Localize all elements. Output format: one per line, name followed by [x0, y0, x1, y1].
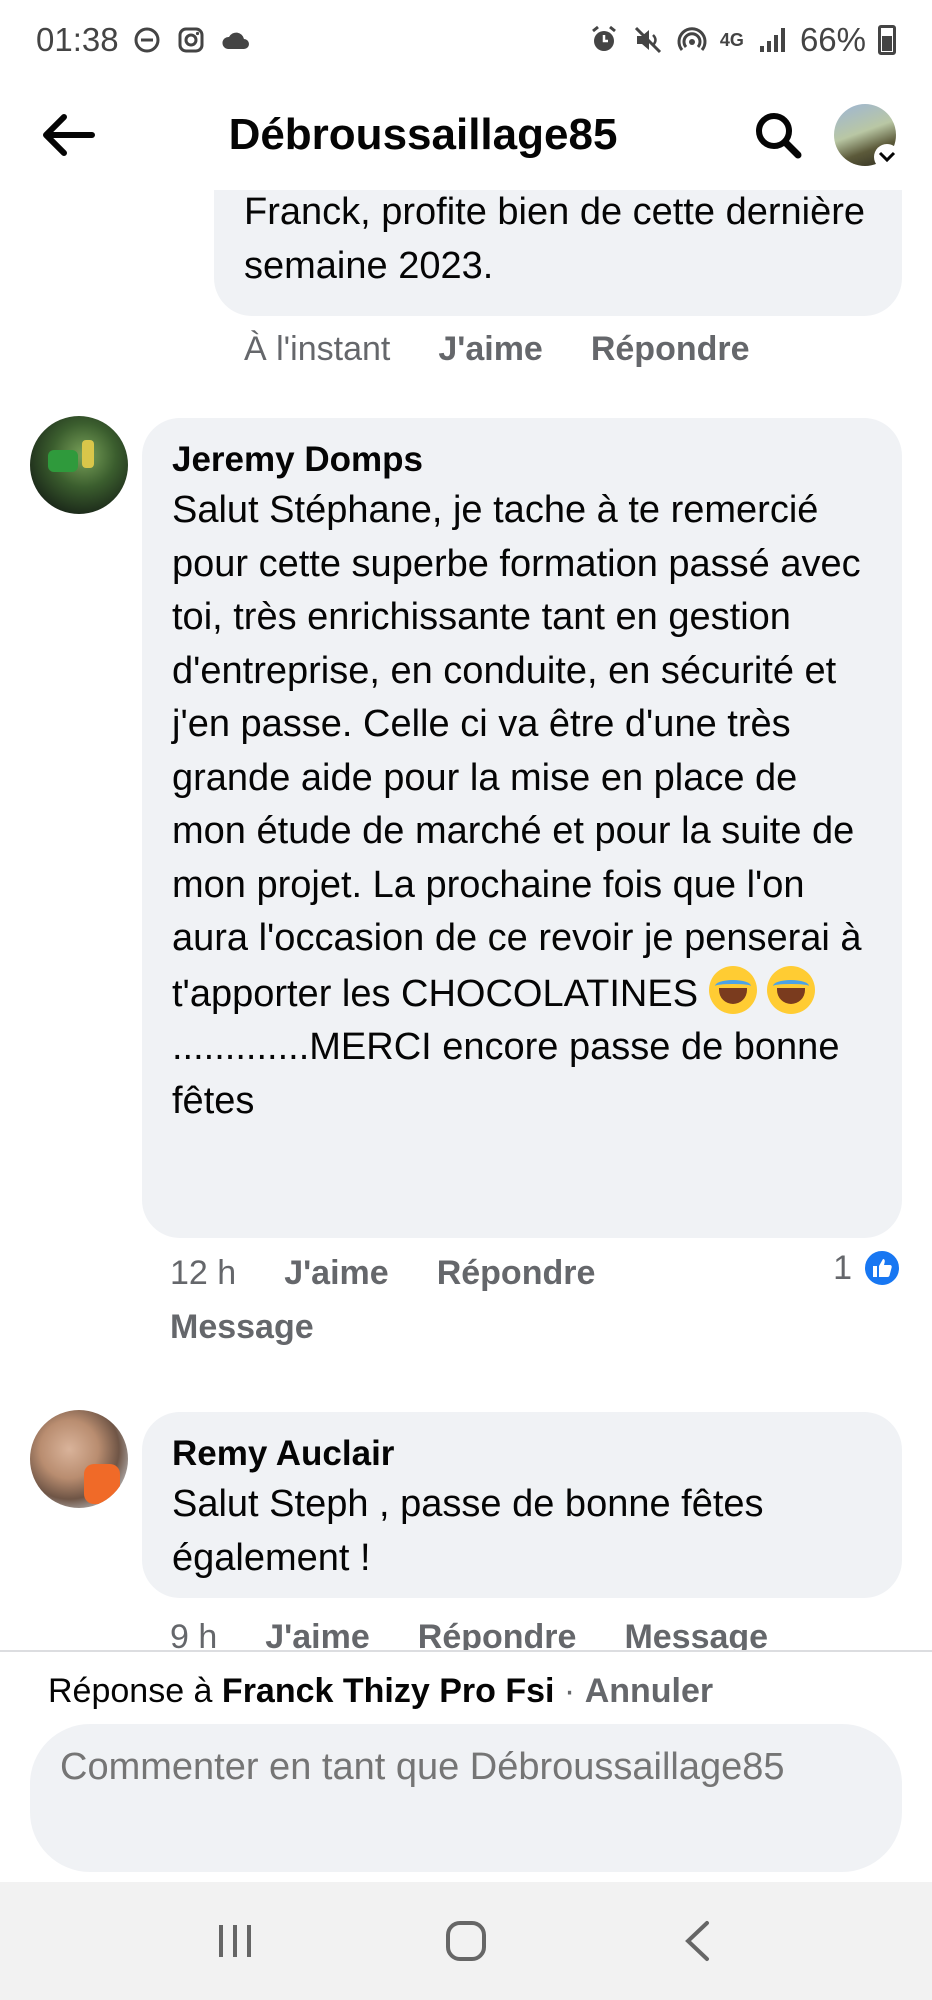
- like-link[interactable]: J'aime: [438, 330, 543, 369]
- alarm-icon: [588, 24, 620, 56]
- comment-time: 9 h: [170, 1618, 218, 1650]
- comment-author[interactable]: Remy Auclair: [172, 1430, 872, 1478]
- comment-bubble: Franck, profite bien de cette dernière s…: [214, 190, 902, 316]
- header: Débroussaillage85: [0, 80, 932, 190]
- comment-text: Salut Stéphane, je tache à te remercié p…: [172, 489, 862, 1015]
- reply-link[interactable]: Répondre: [437, 1254, 596, 1293]
- reply-target: Franck Thizy Pro Fsi: [221, 1672, 555, 1710]
- status-left: 01:38: [36, 21, 251, 59]
- laughing-emoji-icon: [767, 965, 816, 1014]
- battery-icon: [878, 25, 896, 55]
- hotspot-icon: [676, 24, 708, 56]
- comment-bubble: Remy Auclair Salut Steph , passe de bonn…: [142, 1412, 902, 1598]
- comment-actions: 9 h J'aime Répondre Message: [170, 1618, 816, 1650]
- comment-time: 12 h: [170, 1254, 237, 1292]
- comment-text: Salut Steph , passe de bonne fêtes égale…: [172, 1483, 764, 1579]
- search-button[interactable]: [746, 103, 810, 167]
- comment-input[interactable]: [30, 1724, 902, 1872]
- back-button[interactable]: [36, 103, 100, 167]
- reply-composer: Réponse à Franck Thizy Pro Fsi · Annuler: [0, 1650, 932, 1882]
- comment-text: Franck, profite bien de cette dernière s…: [244, 191, 866, 287]
- laughing-emoji-icon: [708, 965, 757, 1014]
- like-link[interactable]: J'aime: [284, 1254, 389, 1293]
- chevron-left-icon: [684, 1921, 709, 1961]
- reply-link[interactable]: Répondre: [418, 1618, 577, 1650]
- reply-prefix: Réponse à: [48, 1672, 213, 1710]
- like-link[interactable]: J'aime: [265, 1618, 370, 1650]
- message-link[interactable]: Message: [624, 1618, 768, 1650]
- battery-percent: 66%: [799, 21, 866, 58]
- avatar[interactable]: [30, 416, 128, 514]
- home-button[interactable]: [426, 1901, 506, 1981]
- do-not-disturb-icon: [131, 24, 163, 56]
- status-time: 01:38: [36, 21, 119, 58]
- thumbs-up-icon: [862, 1248, 902, 1288]
- comment-time: À l'instant: [244, 330, 391, 368]
- recent-apps-button[interactable]: [195, 1901, 275, 1981]
- home-icon: [445, 1921, 486, 1961]
- cancel-reply-button[interactable]: Annuler: [585, 1672, 713, 1710]
- chevron-down-icon: [874, 144, 900, 170]
- arrow-left-icon: [43, 114, 95, 156]
- message-action: Message: [170, 1308, 362, 1347]
- network-icon: 4G: [720, 24, 744, 56]
- reply-to-label: Réponse à Franck Thizy Pro Fsi · Annuler: [48, 1666, 713, 1716]
- instagram-icon: [175, 24, 207, 56]
- page-title: Débroussaillage85: [228, 110, 618, 159]
- avatar[interactable]: [30, 1410, 128, 1508]
- comment-actions: 12 h J'aime Répondre: [170, 1254, 643, 1293]
- comment-text-end: .............MERCI encore passe de bonne…: [172, 1026, 840, 1122]
- search-icon: [756, 113, 802, 159]
- reaction-count-value: 1: [833, 1248, 852, 1287]
- comment-bubble: Jeremy Domps Salut Stéphane, je tache à …: [142, 418, 902, 1238]
- recent-apps-icon: [219, 1925, 252, 1957]
- system-back-button[interactable]: [657, 1901, 737, 1981]
- reply-link[interactable]: Répondre: [591, 330, 750, 369]
- comments-feed: Franck, profite bien de cette dernière s…: [0, 190, 932, 1650]
- signal-icon: [756, 24, 788, 56]
- message-link[interactable]: Message: [170, 1308, 314, 1347]
- system-nav-bar: [0, 1882, 932, 2000]
- status-right: 4G 66%: [588, 21, 896, 59]
- reply-separator: ·: [563, 1672, 576, 1710]
- comment-actions: À l'instant J'aime Répondre: [244, 330, 798, 369]
- cloud-icon: [219, 24, 251, 56]
- network-type: 4G: [719, 30, 744, 50]
- mute-icon: [632, 24, 664, 56]
- profile-switcher-avatar[interactable]: [834, 104, 900, 170]
- comment-author[interactable]: Jeremy Domps: [172, 436, 872, 484]
- reaction-count[interactable]: 1: [833, 1248, 902, 1288]
- status-bar: 01:38 4G 66%: [0, 0, 932, 80]
